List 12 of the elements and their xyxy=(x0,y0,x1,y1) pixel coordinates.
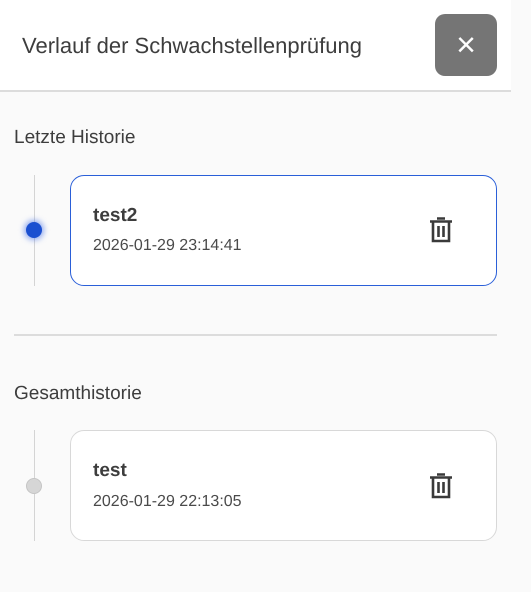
scan-timestamp: 2026-01-29 22:13:05 xyxy=(93,492,242,512)
trash-icon xyxy=(428,216,454,244)
trash-icon xyxy=(428,472,454,500)
scan-name: test2 xyxy=(93,204,138,228)
section-heading: Gesamthistorie xyxy=(14,382,143,406)
history-card[interactable]: test2 2026-01-29 23:14:41 xyxy=(70,174,497,286)
scan-timestamp: 2026-01-29 23:14:41 xyxy=(93,236,242,256)
scan-name: test xyxy=(93,459,128,484)
dialog-title: Verlauf der Schwachstellenprüfung xyxy=(22,32,362,60)
close-button[interactable]: × xyxy=(435,14,497,76)
section-heading: Letzte Historie xyxy=(14,126,136,150)
history-card[interactable]: test 2026-01-29 22:13:05 xyxy=(70,430,497,541)
